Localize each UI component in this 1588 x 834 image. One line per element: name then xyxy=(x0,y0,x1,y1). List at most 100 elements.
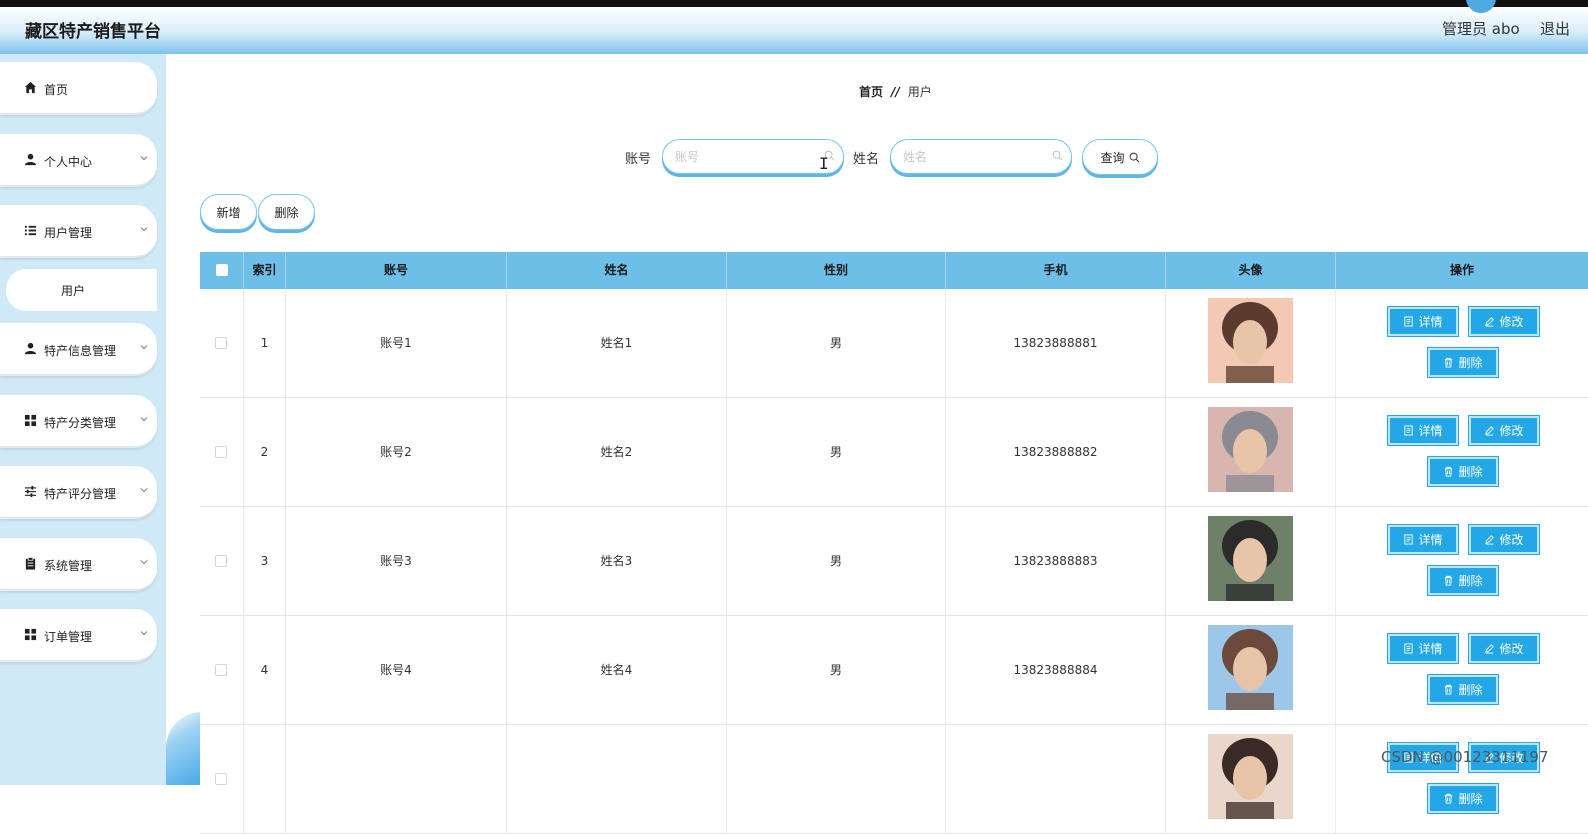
breadcrumb-separator: // xyxy=(891,85,900,99)
delete-button-label: 删除 xyxy=(1458,356,1483,370)
delete-button-label: 删除 xyxy=(1458,574,1483,588)
app-title: 藏区特产销售平台 xyxy=(25,22,161,42)
detail-button[interactable]: 详情 xyxy=(1388,307,1458,336)
cell-phone xyxy=(946,725,1166,833)
select-all-checkbox[interactable] xyxy=(216,264,228,276)
edit-button[interactable]: 修改 xyxy=(1469,634,1539,663)
chevron-down-icon xyxy=(140,560,148,565)
sidebar-item-label: 特产评分管理 xyxy=(44,487,117,501)
list-icon xyxy=(24,225,37,236)
table-row: 3 账号3 姓名3 男 13823888883 详情 修改 删除 xyxy=(200,507,1588,616)
cell-operations xyxy=(1336,398,1588,506)
cell-account: 账号3 xyxy=(286,507,507,615)
add-button-label: 新增 xyxy=(216,205,241,220)
table-row: 4 账号4 姓名4 男 13823888884 详情 修改 删除 xyxy=(200,616,1588,725)
row-checkbox[interactable] xyxy=(215,337,227,349)
admin-username: 管理员 abo xyxy=(1442,20,1520,38)
clipboard-icon xyxy=(25,557,36,570)
edit-button-label: 修改 xyxy=(1499,533,1524,547)
cell-gender: 男 xyxy=(727,289,946,397)
avatar-photo[interactable] xyxy=(1208,516,1293,601)
avatar-photo[interactable] xyxy=(1208,407,1293,492)
row-checkbox[interactable] xyxy=(215,446,227,458)
header-avatar: 头像 xyxy=(1166,252,1336,289)
delete-button[interactable]: 删除 xyxy=(1428,784,1498,813)
name-label: 姓名 xyxy=(853,152,880,167)
edit-icon xyxy=(1485,426,1495,436)
cell-phone: 13823888881 xyxy=(946,289,1166,397)
cell-index: 3 xyxy=(244,507,286,615)
sidebar-item-specialty-info[interactable]: 特产信息管理 xyxy=(0,323,157,376)
edit-button[interactable]: 修改 xyxy=(1469,525,1539,554)
avatar[interactable] xyxy=(1466,0,1496,13)
edit-icon xyxy=(1485,535,1495,545)
row-checkbox[interactable] xyxy=(215,555,227,567)
grid-icon xyxy=(24,628,37,641)
row-checkbox[interactable] xyxy=(215,773,227,785)
logout-link[interactable]: 退出 xyxy=(1540,18,1570,39)
avatar-photo[interactable] xyxy=(1208,298,1293,383)
detail-button[interactable]: 详情 xyxy=(1388,634,1458,663)
header-operations: 操作 xyxy=(1449,263,1474,277)
sidebar-item-personal-center[interactable]: 个人中心 xyxy=(0,134,157,187)
add-button[interactable]: 新增 xyxy=(200,194,257,230)
query-button-label: 查询 xyxy=(1100,150,1125,165)
cell-account: 账号4 xyxy=(286,616,507,724)
cell-index xyxy=(244,725,286,833)
sidebar-item-home[interactable]: 首页 xyxy=(0,62,157,115)
app-header: 藏区特产销售平台 管理员 abo 退出 xyxy=(0,0,1588,54)
avatar-photo[interactable] xyxy=(1208,734,1293,819)
sidebar-subitem-label: 用户 xyxy=(61,284,86,298)
sidebar-item-specialty-rating[interactable]: 特产评分管理 xyxy=(0,466,157,519)
trash-icon xyxy=(1445,575,1453,586)
account-label: 账号 xyxy=(625,152,652,167)
edit-button-label: 修改 xyxy=(1499,315,1524,329)
edit-button[interactable]: 修改 xyxy=(1469,307,1539,336)
edit-button[interactable]: 修改 xyxy=(1469,416,1539,445)
account-search-input[interactable] xyxy=(662,139,844,174)
sidebar-item-label: 订单管理 xyxy=(44,630,93,644)
user-icon xyxy=(24,153,37,166)
sidebar-item-system[interactable]: 系统管理 xyxy=(0,538,157,591)
sidebar-item-label: 用户管理 xyxy=(44,226,93,240)
cell-gender: 男 xyxy=(727,507,946,615)
sidebar-item-specialty-category[interactable]: 特产分类管理 xyxy=(0,395,157,448)
sidebar-item-user-management[interactable]: 用户管理 xyxy=(0,205,157,258)
sidebar-subitem-users[interactable]: 用户 xyxy=(6,269,157,311)
trash-icon xyxy=(1445,684,1453,695)
cell-phone: 13823888882 xyxy=(946,398,1166,506)
cell-gender: 男 xyxy=(727,616,946,724)
delete-button[interactable]: 删除 xyxy=(1428,348,1498,377)
header-select-cell xyxy=(200,252,244,289)
home-icon xyxy=(24,81,37,94)
detail-button[interactable]: 详情 xyxy=(1388,416,1458,445)
avatar-photo[interactable] xyxy=(1208,625,1293,710)
trash-icon xyxy=(1445,357,1453,368)
delete-button[interactable]: 删除 xyxy=(1428,457,1498,486)
delete-button[interactable]: 删除 xyxy=(1428,675,1498,704)
name-search-input[interactable] xyxy=(890,139,1072,174)
sidebar-item-label: 系统管理 xyxy=(44,559,93,573)
cell-index: 2 xyxy=(244,398,286,506)
search-icon xyxy=(1052,150,1063,161)
cell-gender xyxy=(727,725,946,833)
delete-button-label: 删除 xyxy=(1458,465,1483,479)
edit-button-label: 修改 xyxy=(1499,424,1524,438)
cell-account: 账号2 xyxy=(286,398,507,506)
delete-button[interactable]: 删除 xyxy=(1428,566,1498,595)
breadcrumb-home[interactable]: 首页 xyxy=(859,85,883,99)
cell-operations xyxy=(1336,507,1588,615)
detail-button-label: 详情 xyxy=(1418,642,1443,656)
chevron-down-icon xyxy=(140,156,148,161)
sidebar-item-orders[interactable]: 订单管理 xyxy=(0,609,157,662)
detail-button[interactable]: 详情 xyxy=(1388,525,1458,554)
trash-icon xyxy=(1445,466,1453,477)
query-button[interactable]: 查询 xyxy=(1082,139,1158,175)
bulk-delete-button[interactable]: 删除 xyxy=(258,194,315,230)
table-row: 1 账号1 姓名1 男 13823888881 详情 修改 删除 xyxy=(200,289,1588,398)
row-checkbox[interactable] xyxy=(215,664,227,676)
header-index: 索引 xyxy=(244,252,286,289)
header-gender: 性别 xyxy=(727,252,946,289)
row-select-cell xyxy=(200,616,244,724)
table-row: 详情 修改 删除 xyxy=(200,725,1588,834)
